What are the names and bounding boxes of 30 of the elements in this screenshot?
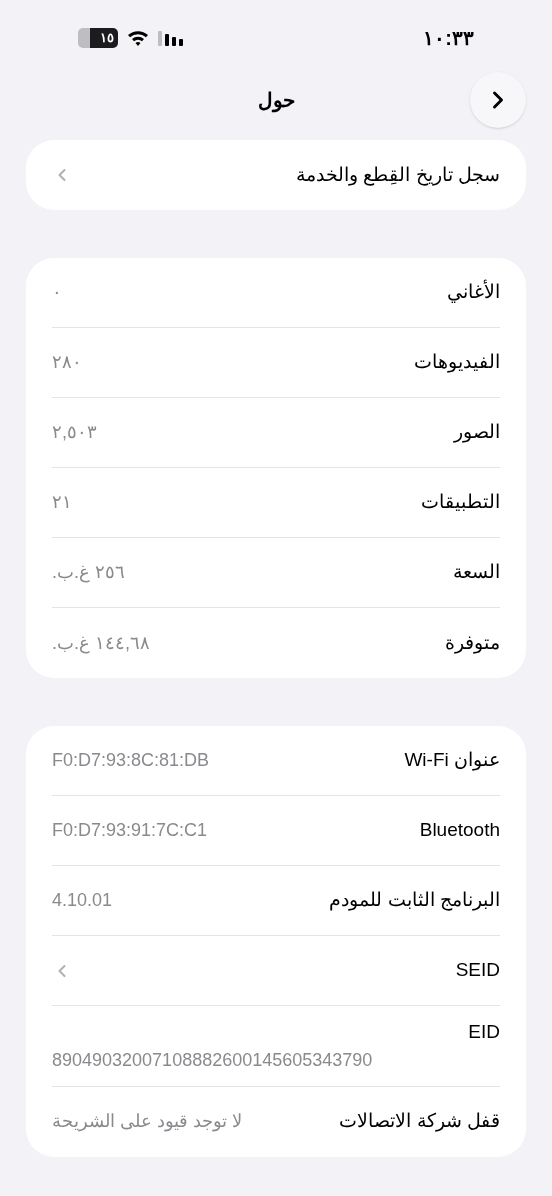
row-value: 4.10.01 — [52, 889, 113, 912]
row-value: ٠ — [52, 281, 62, 304]
nav-title: حول — [257, 88, 295, 115]
row-label: Bluetooth — [419, 818, 500, 843]
row-value: ٢,٥٠٣ — [52, 421, 97, 444]
wifi-icon — [126, 29, 150, 47]
row-label: السعة — [453, 560, 500, 585]
row-label: متوفرة — [445, 630, 500, 656]
row-label: عنوان Wi-Fi — [404, 748, 500, 773]
row-label: قفل شركة الاتصالات — [339, 1109, 500, 1134]
row-label: البرنامج الثابت للمودم — [329, 888, 500, 913]
row-value: F0:D7:93:8C:81:DB — [52, 749, 210, 772]
row-label: الصور — [454, 420, 500, 445]
row-value: ٢١ — [52, 491, 72, 514]
signal-icon — [158, 30, 184, 46]
row-label: الأغاني — [447, 278, 500, 305]
row-value: ١٤٤,٦٨ غ.ب. — [52, 631, 151, 656]
back-button[interactable] — [470, 72, 526, 128]
row-label: EID — [467, 1020, 500, 1044]
list-row[interactable]: سجل تاريخ القِطع والخدمة — [52, 140, 500, 210]
row-value: F0:D7:93:91:7C:C1 — [52, 819, 208, 842]
battery-icon: ١٥ — [78, 28, 118, 48]
row-value: 89049032007108882600145605343790 — [52, 1048, 373, 1072]
row-value: ٢٨٠ — [52, 351, 82, 374]
row-value: لا توجد قيود على الشريحة — [52, 1110, 242, 1134]
row-value: ٢٥٦ غ.ب. — [52, 561, 125, 585]
status-time: ١٠:٣٣ — [423, 26, 474, 51]
row-label: التطبيقات — [421, 490, 500, 515]
list-row[interactable]: SEID — [52, 936, 500, 1006]
row-label: الفيديوهات — [414, 350, 500, 375]
